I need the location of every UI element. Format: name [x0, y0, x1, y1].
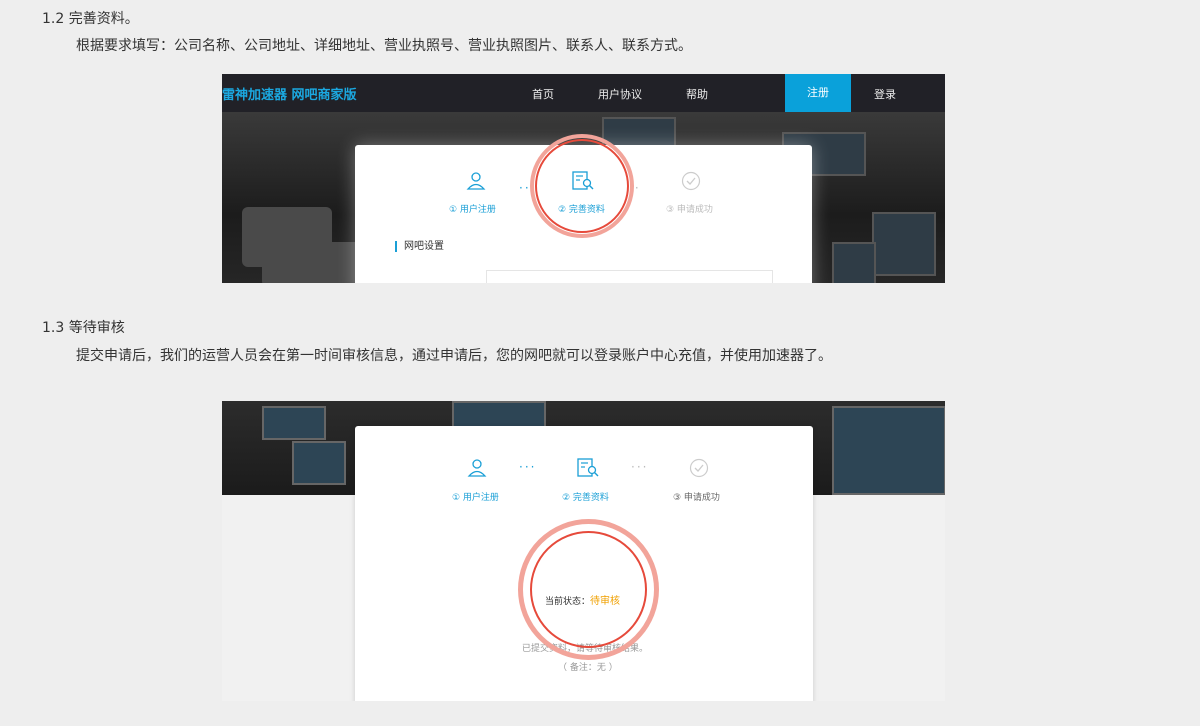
step-user-register: ① 用户注册 — [452, 493, 499, 503]
brand-logo[interactable]: 雷神加速器 网吧商家版 — [222, 84, 357, 103]
screenshot-complete-profile: 雷神加速器 网吧商家版 首页 用户协议 帮助 注册 登录 ··· ·· ① 用户… — [222, 74, 945, 283]
status-card: ··· ··· ① 用户注册 ② 完善资料 ③ 申请成功 当前状态：待审核 已提… — [355, 426, 813, 701]
register-button[interactable]: 注册 — [785, 74, 851, 112]
section-title: 网吧设置 — [395, 241, 444, 252]
step-connector: ··· — [519, 460, 537, 474]
user-icon — [467, 459, 487, 477]
profile-card: ··· ·· ① 用户注册 ② 完善资料 ③ 申请成功 网吧设置 — [355, 134, 812, 283]
nav-user-agreement[interactable]: 用户协议 — [598, 86, 642, 102]
section-1-3-heading: 1.3 等待审核 — [42, 320, 125, 336]
section-1-3-text: 提交申请后，我们的运营人员会在第一时间审核信息，通过申请后，您的网吧就可以登录账… — [76, 348, 832, 364]
nav-help[interactable]: 帮助 — [686, 86, 708, 102]
screenshot-pending-review: ··· ··· ① 用户注册 ② 完善资料 ③ 申请成功 当前状态：待审核 已提… — [222, 401, 945, 701]
step-connector: ··· — [631, 460, 649, 474]
form-field[interactable] — [486, 270, 773, 283]
step-apply-success: ③ 申请成功 — [666, 205, 713, 215]
step-apply-success: ③ 申请成功 — [673, 493, 720, 503]
check-circle-icon — [681, 171, 701, 191]
top-nav: 雷神加速器 网吧商家版 首页 用户协议 帮助 注册 登录 — [222, 74, 945, 112]
highlight-ring — [535, 139, 629, 233]
step-complete-profile: ② 完善资料 — [562, 493, 609, 503]
login-button[interactable]: 登录 — [874, 86, 896, 102]
remark: （ 备注：无 ） — [558, 663, 618, 673]
section-1-2-heading: 1.2 完善资料。 — [42, 11, 139, 27]
nav-home[interactable]: 首页 — [532, 86, 554, 102]
section-1-2-text: 根据要求填写：公司名称、公司地址、详细地址、营业执照号、营业执照图片、联系人、联… — [76, 38, 692, 54]
user-icon — [466, 172, 486, 190]
highlight-ring — [530, 531, 647, 648]
document-search-icon — [577, 458, 599, 477]
step-user-register: ① 用户注册 — [449, 205, 496, 215]
check-circle-icon — [689, 458, 709, 478]
